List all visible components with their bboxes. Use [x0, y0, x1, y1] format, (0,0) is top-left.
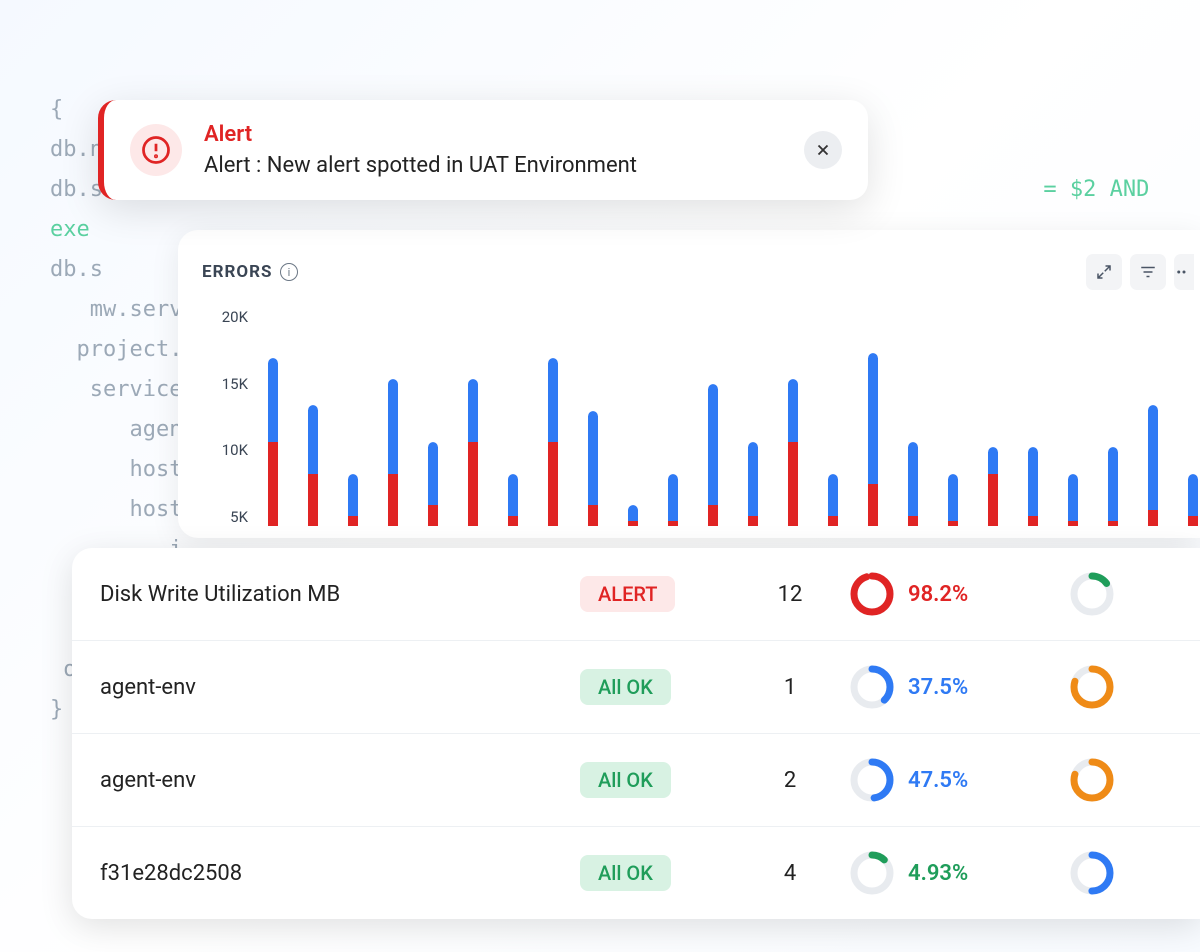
- code-line: db.s: [50, 257, 103, 282]
- alert-title: Alert: [204, 122, 804, 147]
- expand-button[interactable]: [1086, 254, 1122, 290]
- code-line: agen: [50, 417, 182, 442]
- y-tick: 5K: [230, 508, 248, 526]
- chart-bar[interactable]: [628, 505, 638, 526]
- bars-container: [258, 308, 1200, 538]
- row-status: All OK: [580, 762, 730, 798]
- chart-bar[interactable]: [708, 384, 718, 526]
- table-row[interactable]: Disk Write Utilization MB ALERT 12 98.2%: [72, 548, 1200, 641]
- chart-title: ERRORS i: [202, 262, 298, 282]
- chart-bar[interactable]: [468, 379, 478, 526]
- code-line: mw.serv: [50, 297, 182, 322]
- code-line: }: [50, 697, 63, 722]
- metric-percent: 98.2%: [908, 582, 968, 607]
- chart-bar[interactable]: [428, 442, 438, 526]
- row-count: 12: [730, 582, 850, 607]
- code-line: exe: [50, 217, 90, 242]
- row-metric-1: 4.93%: [850, 851, 1070, 895]
- chart-header: ERRORS i: [202, 254, 1200, 290]
- code-line: {: [50, 97, 63, 122]
- chart-title-label: ERRORS: [202, 262, 272, 282]
- row-metric-1: 47.5%: [850, 758, 1070, 802]
- row-metric-2: [1070, 758, 1172, 802]
- chart-bar[interactable]: [988, 447, 998, 526]
- row-status: ALERT: [580, 576, 730, 612]
- chart-bar[interactable]: [308, 405, 318, 526]
- table-row[interactable]: agent-env All OK 2 47.5%: [72, 734, 1200, 827]
- alert-icon: [130, 124, 182, 176]
- close-icon: [814, 141, 832, 159]
- chart-bar[interactable]: [268, 358, 278, 526]
- chart-bar[interactable]: [748, 442, 758, 526]
- info-icon[interactable]: i: [280, 263, 298, 281]
- code-line: host: [50, 497, 182, 522]
- code-line: db.s: [50, 177, 103, 202]
- y-tick: 15K: [222, 375, 248, 393]
- filter-icon: [1139, 263, 1157, 281]
- row-metric-2: [1070, 665, 1172, 709]
- row-status: All OK: [580, 855, 730, 891]
- chart-bar[interactable]: [1028, 447, 1038, 526]
- row-count: 1: [730, 675, 850, 700]
- status-badge: ALERT: [580, 576, 675, 612]
- code-line: project.: [50, 337, 182, 362]
- alert-message: Alert : New alert spotted in UAT Environ…: [204, 153, 804, 178]
- filter-button[interactable]: [1130, 254, 1166, 290]
- y-tick: 20K: [222, 308, 248, 326]
- errors-chart-panel: ERRORS i: [178, 230, 1200, 538]
- chart-bar[interactable]: [548, 358, 558, 526]
- metric-percent: 37.5%: [908, 675, 968, 700]
- chart-bar[interactable]: [348, 474, 358, 527]
- table-row[interactable]: f31e28dc2508 All OK 4 4.93%: [72, 827, 1200, 919]
- row-status: All OK: [580, 669, 730, 705]
- row-metric-1: 98.2%: [850, 572, 1070, 616]
- row-name: f31e28dc2508: [100, 861, 580, 886]
- chart-bar[interactable]: [868, 353, 878, 526]
- chart-bar[interactable]: [1188, 474, 1198, 527]
- chart-bar[interactable]: [588, 411, 598, 527]
- status-badge: All OK: [580, 855, 671, 891]
- row-name: agent-env: [100, 768, 580, 793]
- close-button[interactable]: [804, 131, 842, 169]
- more-button[interactable]: [1174, 254, 1194, 290]
- status-badge: All OK: [580, 762, 671, 798]
- row-name: Disk Write Utilization MB: [100, 582, 580, 607]
- chart-bar[interactable]: [1108, 447, 1118, 526]
- chart-bar[interactable]: [908, 442, 918, 526]
- row-metric-2: [1070, 851, 1172, 895]
- metrics-table: Disk Write Utilization MB ALERT 12 98.2%…: [72, 548, 1200, 919]
- chart-actions: [1086, 254, 1200, 290]
- code-line: host: [50, 457, 182, 482]
- row-name: agent-env: [100, 675, 580, 700]
- chart-bar[interactable]: [788, 379, 798, 526]
- row-count: 4: [730, 861, 850, 886]
- row-metric-1: 37.5%: [850, 665, 1070, 709]
- code-line: service.: [50, 377, 196, 402]
- status-badge: All OK: [580, 669, 671, 705]
- chart-bar[interactable]: [668, 474, 678, 527]
- alert-content: Alert Alert : New alert spotted in UAT E…: [204, 122, 804, 178]
- table-row[interactable]: agent-env All OK 1 37.5%: [72, 641, 1200, 734]
- y-tick: 10K: [222, 441, 248, 459]
- chart-bar[interactable]: [1148, 405, 1158, 526]
- alert-toast: Alert Alert : New alert spotted in UAT E…: [98, 100, 868, 200]
- y-axis: 20K 15K 10K 5K: [202, 308, 258, 538]
- chart-bar[interactable]: [508, 474, 518, 527]
- more-icon: [1175, 263, 1193, 281]
- chart-bar[interactable]: [388, 379, 398, 526]
- chart-bar[interactable]: [948, 474, 958, 527]
- metric-percent: 4.93%: [908, 861, 968, 886]
- chart-area: 20K 15K 10K 5K: [202, 308, 1200, 538]
- chart-bar[interactable]: [828, 474, 838, 527]
- row-count: 2: [730, 768, 850, 793]
- row-metric-2: [1070, 572, 1172, 616]
- expand-icon: [1095, 263, 1113, 281]
- metric-percent: 47.5%: [908, 768, 968, 793]
- chart-bar[interactable]: [1068, 474, 1078, 527]
- code-token: = $2 AND: [1043, 177, 1149, 202]
